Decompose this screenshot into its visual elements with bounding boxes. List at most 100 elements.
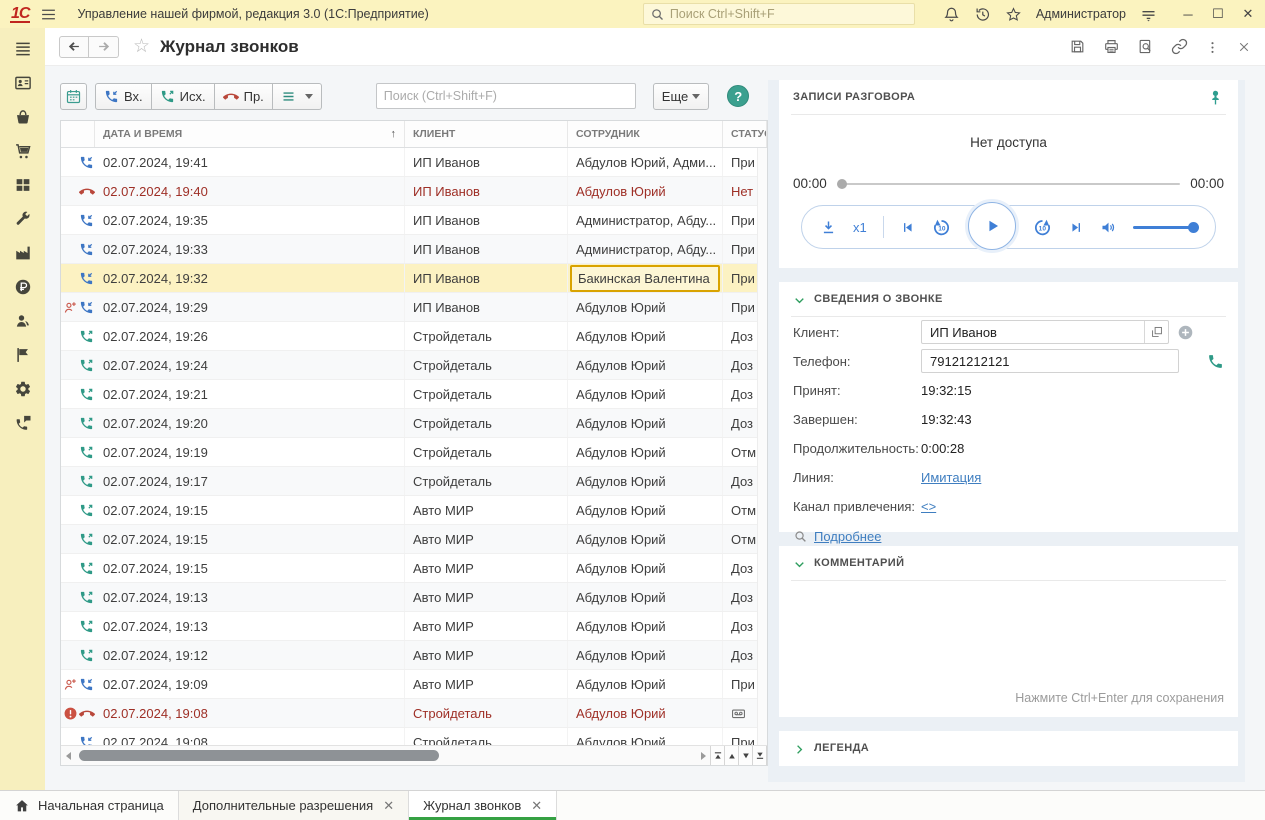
table-row[interactable]: 02.07.2024, 19:13Авто МИРАбдулов ЮрийДоз: [61, 612, 767, 641]
cell-client[interactable]: Стройдеталь: [405, 438, 568, 466]
hscroll-thumb[interactable]: [79, 750, 439, 761]
cell-employee[interactable]: Абдулов Юрий: [568, 583, 723, 611]
cell-datetime[interactable]: 02.07.2024, 19:29: [95, 293, 405, 321]
view-mode-button[interactable]: [273, 83, 322, 110]
close-form-icon[interactable]: [1237, 39, 1251, 55]
window-tab-1[interactable]: Начальная страница: [0, 791, 179, 820]
back-button[interactable]: [59, 36, 89, 58]
cell-employee[interactable]: Абдулов Юрий: [568, 525, 723, 553]
table-row[interactable]: 02.07.2024, 19:24СтройдетальАбдулов Юрий…: [61, 351, 767, 380]
cell-datetime[interactable]: 02.07.2024, 19:15: [95, 525, 405, 553]
cell-employee[interactable]: Абдулов Юрий: [568, 612, 723, 640]
volume-icon[interactable]: [1100, 218, 1117, 235]
sidebar-item-ruble[interactable]: [9, 274, 37, 299]
cell-datetime[interactable]: 02.07.2024, 19:08: [95, 699, 405, 727]
global-search[interactable]: [643, 3, 915, 25]
table-row[interactable]: 02.07.2024, 19:40ИП ИвановАбдулов ЮрийНе…: [61, 177, 767, 206]
history-icon[interactable]: [974, 5, 991, 22]
horizontal-scrollbar[interactable]: [61, 745, 767, 765]
cell-client[interactable]: ИП Иванов: [405, 206, 568, 234]
sidebar-item-contact-card[interactable]: [9, 70, 37, 95]
sidebar-item-flag[interactable]: [9, 342, 37, 367]
rewind-10-icon[interactable]: 10: [931, 217, 952, 238]
cell-employee[interactable]: Абдулов Юрий: [568, 641, 723, 669]
filter-missed-button[interactable]: Пр.: [215, 83, 273, 110]
table-row[interactable]: 02.07.2024, 19:15Авто МИРАбдулов ЮрийДоз: [61, 554, 767, 583]
table-row[interactable]: 02.07.2024, 19:12Авто МИРАбдулов ЮрийДоз: [61, 641, 767, 670]
cell-client[interactable]: Авто МИР: [405, 554, 568, 582]
details-link[interactable]: Подробнее: [814, 529, 881, 544]
cell-employee[interactable]: Абдулов Юрий: [568, 438, 723, 466]
collapse-chevron-icon[interactable]: [793, 555, 806, 570]
playback-speed[interactable]: x1: [853, 220, 867, 235]
seek-slider[interactable]: [837, 183, 1180, 185]
cell-client[interactable]: ИП Иванов: [405, 264, 568, 292]
column-icons[interactable]: [61, 121, 95, 147]
cell-client[interactable]: Авто МИР: [405, 670, 568, 698]
cell-datetime[interactable]: 02.07.2024, 19:19: [95, 438, 405, 466]
channel-link[interactable]: <>: [921, 499, 936, 514]
cell-datetime[interactable]: 02.07.2024, 19:13: [95, 612, 405, 640]
cell-client[interactable]: ИП Иванов: [405, 177, 568, 205]
scroll-left-icon[interactable]: [61, 747, 75, 765]
cell-employee[interactable]: Абдулов Юрий: [568, 293, 723, 321]
table-row[interactable]: 02.07.2024, 19:21СтройдетальАбдулов Юрий…: [61, 380, 767, 409]
call-phone-icon[interactable]: [1207, 352, 1224, 369]
cell-employee[interactable]: Бакинская Валентина: [568, 264, 723, 292]
comment-textarea[interactable]: [793, 581, 1224, 671]
cell-datetime[interactable]: 02.07.2024, 19:15: [95, 496, 405, 524]
sidebar-item-factory[interactable]: [9, 240, 37, 265]
cell-datetime[interactable]: 02.07.2024, 19:32: [95, 264, 405, 292]
cell-employee[interactable]: Абдулов Юрий: [568, 351, 723, 379]
pin-icon[interactable]: [1207, 88, 1224, 105]
main-menu-icon[interactable]: [40, 5, 57, 22]
favorite-star-icon[interactable]: ☆: [133, 35, 150, 58]
cell-client[interactable]: Авто МИР: [405, 612, 568, 640]
table-row[interactable]: 02.07.2024, 19:26СтройдетальАбдулов Юрий…: [61, 322, 767, 351]
notifications-bell-icon[interactable]: [943, 5, 960, 22]
favorites-star-icon[interactable]: [1005, 5, 1022, 22]
cell-client[interactable]: Авто МИР: [405, 525, 568, 553]
cell-client[interactable]: Авто МИР: [405, 583, 568, 611]
column-client[interactable]: КЛИЕНТ: [405, 121, 568, 147]
cell-datetime[interactable]: 02.07.2024, 19:13: [95, 583, 405, 611]
vertical-scrollbar[interactable]: [757, 148, 767, 745]
table-row[interactable]: 02.07.2024, 19:33ИП ИвановАдминистратор,…: [61, 235, 767, 264]
cell-employee[interactable]: Абдулов Юрий: [568, 380, 723, 408]
table-row[interactable]: 02.07.2024, 19:35ИП ИвановАдминистратор,…: [61, 206, 767, 235]
window-tab-2[interactable]: Дополнительные разрешения✕: [179, 791, 409, 820]
table-row[interactable]: 02.07.2024, 19:41ИП ИвановАбдулов Юрий, …: [61, 148, 767, 177]
open-client-icon[interactable]: [1144, 321, 1168, 343]
table-row[interactable]: 02.07.2024, 19:09Авто МИРАбдулов ЮрийПри: [61, 670, 767, 699]
get-link-icon[interactable]: [1171, 38, 1188, 55]
tab-close-icon[interactable]: ✕: [531, 798, 542, 814]
expand-chevron-icon[interactable]: [793, 740, 806, 755]
cell-client[interactable]: Авто МИР: [405, 496, 568, 524]
sidebar-item-basket[interactable]: [9, 104, 37, 129]
table-row[interactable]: 02.07.2024, 19:15Авто МИРАбдулов ЮрийОтм: [61, 496, 767, 525]
volume-thumb[interactable]: [1188, 222, 1199, 233]
save-icon[interactable]: [1069, 38, 1086, 55]
cell-employee[interactable]: Абдулов Юрий: [568, 699, 723, 727]
column-status[interactable]: СТАТУС: [723, 121, 767, 147]
table-row[interactable]: 02.07.2024, 19:29ИП ИвановАбдулов ЮрийПр…: [61, 293, 767, 322]
client-input[interactable]: ИП Иванов: [921, 320, 1169, 344]
forward-10-icon[interactable]: 10: [1032, 217, 1053, 238]
cell-employee[interactable]: Абдулов Юрий: [568, 322, 723, 350]
list-search[interactable]: [376, 83, 636, 109]
cell-employee[interactable]: Абдулов Юрий: [568, 409, 723, 437]
phone-input[interactable]: 79121212121: [921, 349, 1179, 373]
cell-datetime[interactable]: 02.07.2024, 19:35: [95, 206, 405, 234]
add-client-icon[interactable]: [1177, 323, 1194, 340]
cell-datetime[interactable]: 02.07.2024, 19:17: [95, 467, 405, 495]
maximize-button[interactable]: ☐: [1211, 6, 1225, 22]
cell-employee[interactable]: Абдулов Юрий: [568, 670, 723, 698]
cell-datetime[interactable]: 02.07.2024, 19:41: [95, 148, 405, 176]
skip-end-icon[interactable]: [1069, 219, 1084, 235]
table-row[interactable]: 02.07.2024, 19:32ИП ИвановБакинская Вале…: [61, 264, 767, 293]
table-row[interactable]: 02.07.2024, 19:15Авто МИРАбдулов ЮрийОтм: [61, 525, 767, 554]
go-bottom-button[interactable]: [753, 746, 767, 765]
seek-thumb[interactable]: [837, 179, 847, 189]
column-datetime[interactable]: ДАТА И ВРЕМЯ↑: [95, 121, 405, 147]
cell-datetime[interactable]: 02.07.2024, 19:09: [95, 670, 405, 698]
